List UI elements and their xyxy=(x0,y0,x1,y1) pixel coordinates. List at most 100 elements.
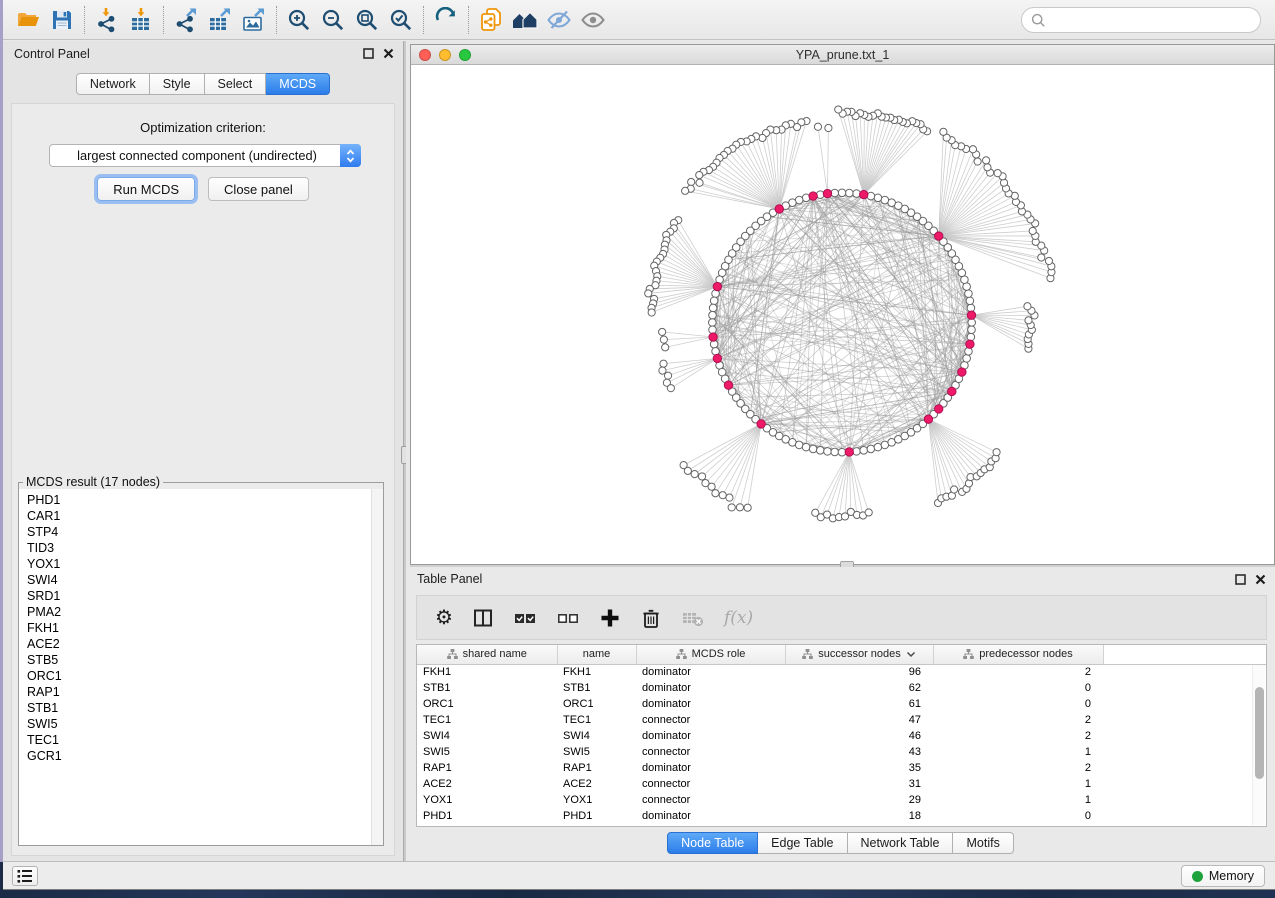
table-cell[interactable]: 2 xyxy=(933,728,1103,744)
table-cell[interactable]: 0 xyxy=(933,808,1103,824)
table-cell[interactable]: dominator xyxy=(636,728,785,744)
table-cell[interactable]: 18 xyxy=(785,808,933,824)
mcds-result-item[interactable]: PMA2 xyxy=(19,604,383,620)
column-header-successor-nodes[interactable]: successor nodes xyxy=(785,645,933,664)
table-cell[interactable]: connector xyxy=(636,712,785,728)
mcds-node[interactable] xyxy=(924,415,932,423)
ring-node[interactable] xyxy=(965,290,973,298)
import-network-button[interactable] xyxy=(90,4,124,36)
leaf-node[interactable] xyxy=(1024,303,1031,310)
run-mcds-button[interactable]: Run MCDS xyxy=(97,177,195,201)
table-cell[interactable]: dominator xyxy=(636,680,785,696)
table-cell[interactable]: SWI5 xyxy=(417,744,557,760)
ring-node[interactable] xyxy=(809,445,817,453)
mcds-result-item[interactable]: ORC1 xyxy=(19,668,383,684)
column-header-name[interactable]: name xyxy=(557,645,636,664)
mcds-result-item[interactable]: PHD1 xyxy=(19,492,383,508)
table-cell[interactable]: 1 xyxy=(933,792,1103,808)
leaf-node[interactable] xyxy=(969,146,976,153)
ring-node[interactable] xyxy=(867,445,875,453)
table-cell[interactable]: PHD1 xyxy=(417,808,557,824)
table-cell[interactable]: ACE2 xyxy=(417,776,557,792)
criterion-dropdown[interactable]: largest connected component (undirected) xyxy=(49,144,361,167)
export-network-button[interactable] xyxy=(169,4,203,36)
ring-node[interactable] xyxy=(963,355,971,363)
leaf-node[interactable] xyxy=(974,158,981,165)
mcds-result-scrollbar[interactable] xyxy=(371,489,383,845)
table-row[interactable]: ACE2ACE2connector311 xyxy=(417,776,1266,792)
leaf-node[interactable] xyxy=(1045,257,1052,264)
leaf-node[interactable] xyxy=(659,328,666,335)
mcds-result-item[interactable]: STP4 xyxy=(19,524,383,540)
table-cell[interactable]: connector xyxy=(636,792,785,808)
delete-column-button[interactable] xyxy=(640,603,662,633)
table-cell[interactable]: YOX1 xyxy=(417,792,557,808)
leaf-node[interactable] xyxy=(835,106,842,113)
leaf-node[interactable] xyxy=(712,490,719,497)
open-session-button[interactable] xyxy=(11,4,45,36)
mcds-result-item[interactable]: STB1 xyxy=(19,700,383,716)
table-cell[interactable]: dominator xyxy=(636,808,785,824)
leaf-node[interactable] xyxy=(993,449,1000,456)
export-table-button[interactable] xyxy=(203,4,237,36)
ring-node[interactable] xyxy=(831,448,839,456)
save-session-button[interactable] xyxy=(45,4,79,36)
mcds-result-item[interactable]: TID3 xyxy=(19,540,383,556)
table-row[interactable]: SWI4SWI4dominator462 xyxy=(417,728,1266,744)
leaf-node[interactable] xyxy=(1025,317,1032,324)
table-cell[interactable]: SWI5 xyxy=(557,744,636,760)
ring-node[interactable] xyxy=(874,443,882,451)
leaf-node[interactable] xyxy=(940,128,947,135)
table-cell[interactable]: STB1 xyxy=(557,680,636,696)
search-input[interactable] xyxy=(1051,10,1260,30)
table-cell[interactable]: 2 xyxy=(933,712,1103,728)
leaf-node[interactable] xyxy=(728,504,735,511)
float-panel-icon[interactable] xyxy=(1235,574,1246,585)
leaf-node[interactable] xyxy=(662,344,669,351)
table-cell[interactable]: 29 xyxy=(785,792,933,808)
table-cell[interactable]: 2 xyxy=(933,664,1103,680)
table-cell[interactable]: dominator xyxy=(636,760,785,776)
tab-network[interactable]: Network xyxy=(76,73,150,95)
show-all-button[interactable] xyxy=(576,4,610,36)
leaf-node[interactable] xyxy=(696,179,703,186)
table-scrollbar[interactable] xyxy=(1252,665,1265,825)
leaf-node[interactable] xyxy=(994,170,1001,177)
ring-node[interactable] xyxy=(710,297,718,305)
table-cell[interactable]: RAP1 xyxy=(417,760,557,776)
ring-node[interactable] xyxy=(816,447,824,455)
deselect-all-columns-button[interactable] xyxy=(556,603,580,633)
leaf-node[interactable] xyxy=(691,471,698,478)
table-row[interactable]: FKH1FKH1dominator962 xyxy=(417,664,1266,680)
table-cell[interactable]: 62 xyxy=(785,680,933,696)
ring-node[interactable] xyxy=(968,326,976,334)
leaf-node[interactable] xyxy=(719,492,726,499)
mcds-result-item[interactable]: ACE2 xyxy=(19,636,383,652)
close-panel-button[interactable]: Close panel xyxy=(208,177,309,201)
ring-node[interactable] xyxy=(709,311,717,319)
refresh-layout-button[interactable] xyxy=(429,4,463,36)
mcds-node[interactable] xyxy=(845,448,853,456)
leaf-node[interactable] xyxy=(648,309,655,316)
table-cell[interactable]: TEC1 xyxy=(557,712,636,728)
tab-mcds[interactable]: MCDS xyxy=(266,73,330,95)
duplicate-network-button[interactable] xyxy=(474,4,508,36)
mcds-result-item[interactable]: SWI4 xyxy=(19,572,383,588)
leaf-node[interactable] xyxy=(698,473,705,480)
tab-motifs[interactable]: Motifs xyxy=(953,832,1013,854)
mcds-result-item[interactable]: YOX1 xyxy=(19,556,383,572)
leaf-node[interactable] xyxy=(1038,254,1045,261)
mcds-result-item[interactable]: SRD1 xyxy=(19,588,383,604)
table-row[interactable]: TEC1TEC1connector472 xyxy=(417,712,1266,728)
leaf-node[interactable] xyxy=(660,360,667,367)
table-row[interactable]: RAP1RAP1dominator352 xyxy=(417,760,1266,776)
tab-network-table[interactable]: Network Table xyxy=(848,832,954,854)
table-row[interactable]: SWI5SWI5connector431 xyxy=(417,744,1266,760)
mcds-result-item[interactable]: CAR1 xyxy=(19,508,383,524)
memory-button[interactable]: Memory xyxy=(1181,865,1265,887)
leaf-node[interactable] xyxy=(984,164,991,171)
ring-node[interactable] xyxy=(963,283,971,291)
column-header-predecessor-nodes[interactable]: predecessor nodes xyxy=(933,645,1103,664)
table-row[interactable]: STB1STB1dominator620 xyxy=(417,680,1266,696)
column-header-shared-name[interactable]: shared name xyxy=(417,645,557,664)
